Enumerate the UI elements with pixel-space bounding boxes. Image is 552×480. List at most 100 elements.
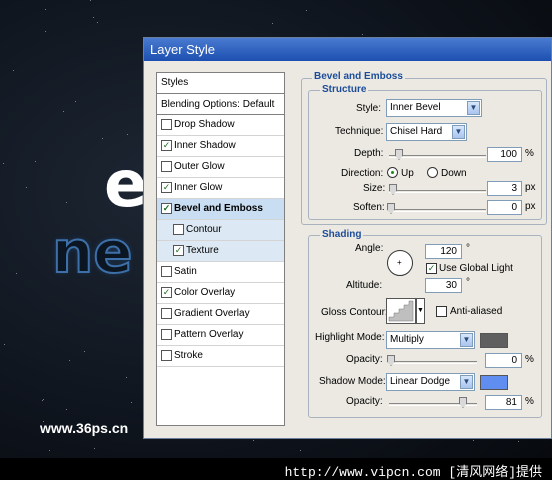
soften-input[interactable]: 0 — [487, 200, 522, 215]
size-unit: px — [525, 182, 536, 193]
style-checkbox[interactable] — [173, 224, 184, 235]
style-checkbox[interactable] — [161, 350, 172, 361]
star-dot — [3, 163, 4, 164]
altitude-label: Altitude: — [346, 280, 383, 291]
size-input[interactable]: 3 — [487, 181, 522, 196]
direction-down-label: Down — [441, 168, 467, 179]
bottom-caption-bar: http://www.vipcn.com [清风网络]提供 — [0, 458, 552, 480]
depth-label: Depth: — [354, 148, 384, 159]
style-item-label: Stroke — [174, 350, 203, 361]
style-checkbox[interactable]: ✓ — [161, 203, 172, 214]
style-item-label: Drop Shadow — [174, 119, 235, 130]
style-checkbox[interactable] — [161, 266, 172, 277]
altitude-degree: ° — [466, 277, 470, 288]
star-dot — [42, 400, 43, 401]
style-item-texture[interactable]: ✓ Texture — [157, 241, 284, 262]
shadow-color-swatch[interactable] — [480, 375, 508, 390]
style-item-label: Inner Glow — [174, 182, 223, 193]
size-slider-track[interactable] — [389, 190, 486, 193]
style-item-contour[interactable]: Contour — [157, 220, 284, 241]
style-checkbox[interactable]: ✓ — [173, 245, 184, 256]
anti-aliased-label: Anti-aliased — [450, 306, 503, 317]
style-checkbox[interactable] — [161, 329, 172, 340]
star-dot — [66, 202, 67, 203]
star-dot — [45, 9, 46, 10]
star-dot — [49, 450, 50, 451]
star-dot — [75, 101, 76, 102]
style-checkbox[interactable] — [161, 308, 172, 319]
contour-icon — [388, 300, 414, 322]
size-label: Size: — [363, 183, 386, 194]
style-item-outer-glow[interactable]: Outer Glow — [157, 157, 284, 178]
shading-title: Shading — [320, 229, 364, 240]
technique-label: Technique: — [335, 126, 384, 137]
highlight-color-swatch[interactable] — [480, 333, 508, 348]
style-item-inner-glow[interactable]: ✓ Inner Glow — [157, 178, 284, 199]
use-global-light-checkbox[interactable]: ✓ — [426, 263, 437, 274]
highlight-opacity-unit: % — [525, 354, 534, 365]
style-item-pattern-overlay[interactable]: Pattern Overlay — [157, 325, 284, 346]
anti-aliased-checkbox[interactable] — [436, 306, 447, 317]
highlight-opacity-label: Opacity: — [346, 354, 383, 365]
style-checkbox[interactable]: ✓ — [161, 182, 172, 193]
style-item-gradient-overlay[interactable]: Gradient Overlay — [157, 304, 284, 325]
technique-dropdown[interactable]: Chisel Hard ▼ — [386, 123, 467, 141]
structure-title: Structure — [320, 84, 369, 95]
soften-label: Soften: — [353, 202, 385, 213]
chevron-down-icon: ▼ — [452, 125, 465, 139]
styles-list: Drop Shadow ✓ Inner Shadow Outer Glow ✓ Inner… — [157, 115, 284, 367]
highlight-opacity-input[interactable]: 0 — [485, 353, 522, 368]
style-checkbox[interactable] — [161, 161, 172, 172]
star-dot — [66, 409, 67, 410]
altitude-input[interactable]: 30 — [425, 278, 462, 293]
depth-unit: % — [525, 148, 534, 159]
soften-slider-track[interactable] — [389, 209, 486, 212]
depth-input[interactable]: 100 — [487, 147, 522, 162]
depth-slider-track[interactable] — [389, 155, 486, 158]
style-item-inner-shadow[interactable]: ✓ Inner Shadow — [157, 136, 284, 157]
direction-label: Direction: — [341, 168, 384, 179]
gloss-contour-picker[interactable] — [386, 298, 416, 324]
style-item-bevel-and-emboss[interactable]: ✓ Bevel and Emboss — [157, 199, 284, 220]
style-checkbox[interactable]: ✓ — [161, 287, 172, 298]
highlight-opacity-track[interactable] — [389, 361, 477, 364]
star-dot — [126, 377, 127, 378]
style-item-stroke[interactable]: Stroke — [157, 346, 284, 367]
style-checkbox[interactable]: ✓ — [161, 140, 172, 151]
style-checkbox[interactable] — [161, 119, 172, 130]
style-item-label: Texture — [186, 245, 219, 256]
style-dropdown[interactable]: Inner Bevel ▼ — [386, 99, 482, 117]
star-dot — [45, 31, 46, 32]
style-item-label: Pattern Overlay — [174, 329, 244, 340]
star-dot — [4, 344, 5, 345]
dialog-titlebar[interactable]: Layer Style — [144, 38, 551, 61]
styles-list-panel: Styles Blending Options: Default Drop Sh… — [156, 72, 285, 426]
style-item-label: Inner Shadow — [174, 140, 236, 151]
angle-input[interactable]: 120 — [425, 244, 462, 259]
blending-options-item[interactable]: Blending Options: Default — [157, 95, 284, 115]
shadow-opacity-label: Opacity: — [346, 396, 383, 407]
style-item-drop-shadow[interactable]: Drop Shadow — [157, 115, 284, 136]
star-dot — [473, 440, 474, 441]
shadow-opacity-unit: % — [525, 396, 534, 407]
direction-down-radio[interactable] — [427, 167, 438, 178]
shadow-opacity-input[interactable]: 81 — [485, 395, 522, 410]
star-dot — [43, 399, 44, 400]
direction-up-radio[interactable] — [387, 167, 398, 178]
star-dot — [26, 187, 27, 188]
styles-header[interactable]: Styles — [157, 73, 284, 94]
shadow-mode-dropdown[interactable]: Linear Dodge ▼ — [386, 373, 475, 391]
highlight-mode-dropdown[interactable]: Multiply ▼ — [386, 331, 475, 349]
style-item-label: Contour — [186, 224, 222, 235]
chevron-down-icon: ▼ — [460, 333, 473, 347]
star-dot — [90, 0, 91, 1]
star-dot — [16, 273, 17, 274]
gloss-contour-label: Gloss Contour: — [321, 307, 388, 318]
contour-dropdown-arrow[interactable]: ▼ — [416, 298, 425, 324]
star-dot — [69, 360, 70, 361]
bottom-caption: http://www.vipcn.com [清风网络]提供 — [284, 465, 542, 480]
style-item-satin[interactable]: Satin — [157, 262, 284, 283]
dialog-title: Layer Style — [150, 42, 216, 57]
style-item-color-overlay[interactable]: ✓ Color Overlay — [157, 283, 284, 304]
angle-dial[interactable]: + — [387, 250, 413, 276]
